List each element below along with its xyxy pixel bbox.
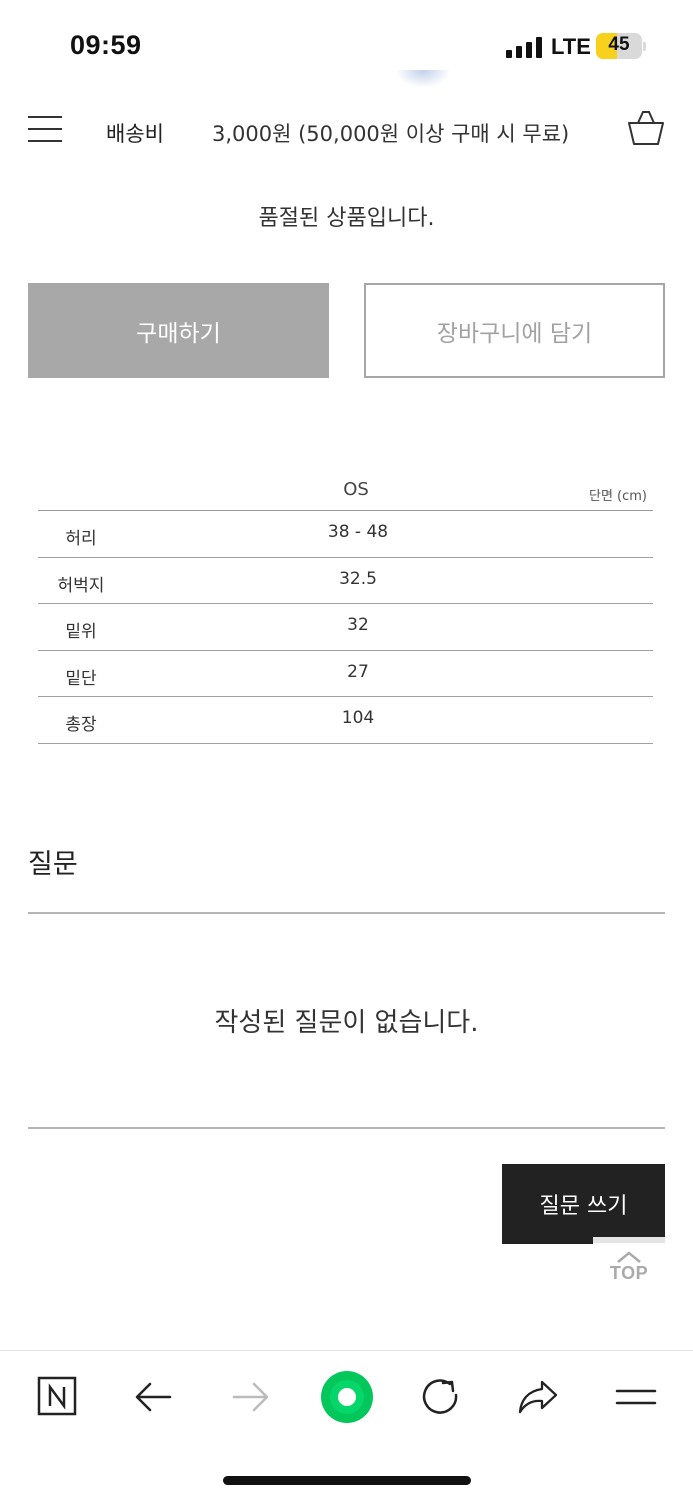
no-questions-message: 작성된 질문이 없습니다. bbox=[214, 1008, 479, 1038]
questions-title: 질문 bbox=[28, 849, 78, 880]
table-row: 허리 38 - 48 bbox=[38, 511, 653, 558]
naver-home-icon[interactable] bbox=[34, 1373, 82, 1421]
home-indicator bbox=[223, 1476, 471, 1485]
table-row: 허벅지 32.5 bbox=[38, 558, 653, 604]
shopping-basket-icon[interactable] bbox=[626, 108, 666, 148]
back-arrow-icon[interactable] bbox=[130, 1373, 178, 1421]
reload-icon[interactable] bbox=[417, 1373, 465, 1421]
status-time: 09:59 bbox=[70, 30, 142, 60]
forward-arrow-icon[interactable] bbox=[226, 1373, 274, 1421]
green-dot-icon[interactable] bbox=[320, 1370, 374, 1424]
table-row: 총장 104 bbox=[38, 697, 653, 744]
battery-percent: 45 bbox=[608, 34, 630, 55]
table-row: 밑위 32 bbox=[38, 604, 653, 651]
scroll-top-label: TOP bbox=[609, 1263, 649, 1283]
buy-button[interactable]: 구매하기 bbox=[28, 283, 329, 378]
battery-icon: 45 bbox=[596, 33, 642, 59]
size-table: OS 단면 (cm) 허리 38 - 48 허벅지 32.5 밑위 32 밑단 … bbox=[38, 470, 653, 744]
size-column-header: OS bbox=[343, 479, 369, 500]
size-row-value: 32 bbox=[347, 615, 369, 635]
soldout-message: 품절된 상품입니다. bbox=[258, 206, 435, 231]
size-row-value: 104 bbox=[341, 708, 375, 728]
dynamic-island-glow bbox=[395, 70, 451, 88]
scroll-top-button[interactable]: TOP bbox=[593, 1237, 665, 1299]
divider bbox=[28, 912, 665, 914]
size-unit-label: 단면 (cm) bbox=[588, 489, 647, 504]
size-table-header: OS 단면 (cm) bbox=[38, 470, 653, 511]
network-type: LTE bbox=[551, 34, 591, 59]
shipping-label: 배송비 bbox=[106, 122, 164, 146]
write-question-button[interactable]: 질문 쓰기 bbox=[502, 1164, 665, 1244]
chevron-up-icon bbox=[617, 1251, 641, 1263]
menu-icon[interactable] bbox=[612, 1373, 660, 1421]
divider bbox=[28, 1127, 665, 1129]
size-row-label: 허리 bbox=[65, 529, 97, 549]
size-row-label: 허벅지 bbox=[57, 575, 105, 596]
signal-strength-icon bbox=[506, 36, 544, 58]
size-row-value: 38 - 48 bbox=[327, 522, 389, 542]
share-icon[interactable] bbox=[514, 1373, 562, 1421]
hamburger-icon[interactable] bbox=[28, 116, 62, 142]
size-row-label: 총장 bbox=[65, 715, 97, 735]
size-row-label: 밑위 bbox=[65, 622, 97, 642]
battery-tip bbox=[643, 42, 646, 51]
add-to-cart-button[interactable]: 장바구니에 담기 bbox=[364, 283, 665, 378]
shipping-value: 3,000원 (50,000원 이상 구매 시 무료) bbox=[212, 122, 570, 146]
table-row: 밑단 27 bbox=[38, 651, 653, 697]
size-row-value: 32.5 bbox=[339, 568, 377, 589]
size-row-value: 27 bbox=[347, 661, 369, 682]
size-row-label: 밑단 bbox=[65, 668, 97, 689]
